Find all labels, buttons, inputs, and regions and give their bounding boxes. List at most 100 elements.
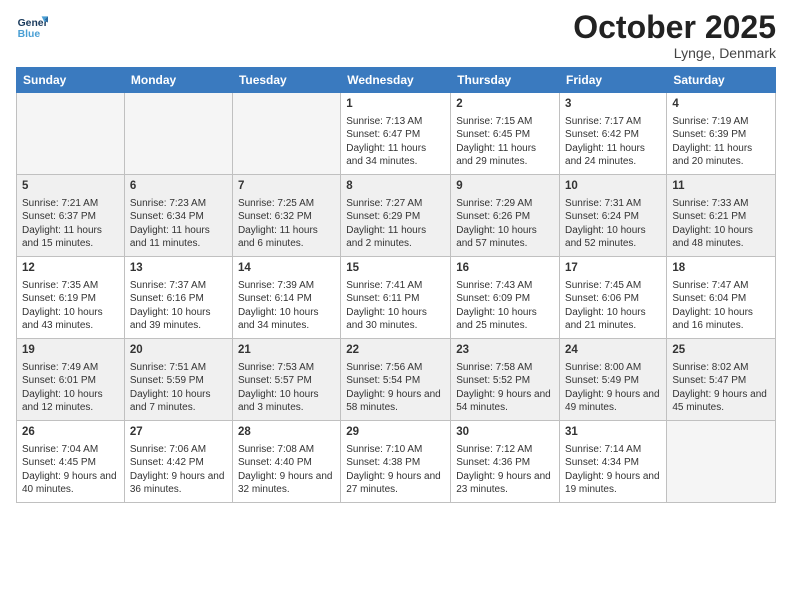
day-number: 27 bbox=[130, 425, 227, 441]
day-info: Sunrise: 7:35 AM bbox=[22, 279, 119, 293]
day-number: 11 bbox=[672, 179, 770, 195]
calendar-day: 10Sunrise: 7:31 AMSunset: 6:24 PMDayligh… bbox=[560, 175, 667, 257]
calendar-day: 25Sunrise: 8:02 AMSunset: 5:47 PMDayligh… bbox=[667, 339, 776, 421]
day-info: Daylight: 9 hours and 58 minutes. bbox=[346, 388, 445, 415]
page: General Blue October 2025 Lynge, Denmark… bbox=[0, 0, 792, 612]
calendar-day: 19Sunrise: 7:49 AMSunset: 6:01 PMDayligh… bbox=[17, 339, 125, 421]
calendar-day: 14Sunrise: 7:39 AMSunset: 6:14 PMDayligh… bbox=[232, 257, 340, 339]
calendar-week-4: 19Sunrise: 7:49 AMSunset: 6:01 PMDayligh… bbox=[17, 339, 776, 421]
day-info: Sunrise: 7:31 AM bbox=[565, 197, 661, 211]
day-info: Daylight: 11 hours and 24 minutes. bbox=[565, 142, 661, 169]
day-info: Sunset: 6:34 PM bbox=[130, 210, 227, 224]
calendar-day: 30Sunrise: 7:12 AMSunset: 4:36 PMDayligh… bbox=[451, 421, 560, 503]
day-info: Daylight: 10 hours and 43 minutes. bbox=[22, 306, 119, 333]
day-number: 21 bbox=[238, 343, 335, 359]
day-info: Daylight: 9 hours and 36 minutes. bbox=[130, 470, 227, 497]
day-info: Sunset: 5:47 PM bbox=[672, 374, 770, 388]
day-info: Sunset: 6:04 PM bbox=[672, 292, 770, 306]
day-info: Sunrise: 7:08 AM bbox=[238, 443, 335, 457]
day-info: Daylight: 11 hours and 6 minutes. bbox=[238, 224, 335, 251]
day-info: Sunset: 5:54 PM bbox=[346, 374, 445, 388]
calendar-day: 16Sunrise: 7:43 AMSunset: 6:09 PMDayligh… bbox=[451, 257, 560, 339]
calendar-day: 26Sunrise: 7:04 AMSunset: 4:45 PMDayligh… bbox=[17, 421, 125, 503]
calendar-day: 15Sunrise: 7:41 AMSunset: 6:11 PMDayligh… bbox=[341, 257, 451, 339]
day-number: 12 bbox=[22, 261, 119, 277]
day-number: 15 bbox=[346, 261, 445, 277]
day-info: Daylight: 9 hours and 23 minutes. bbox=[456, 470, 554, 497]
calendar-day: 18Sunrise: 7:47 AMSunset: 6:04 PMDayligh… bbox=[667, 257, 776, 339]
day-info: Daylight: 9 hours and 45 minutes. bbox=[672, 388, 770, 415]
day-info: Daylight: 11 hours and 29 minutes. bbox=[456, 142, 554, 169]
header: General Blue October 2025 Lynge, Denmark bbox=[16, 10, 776, 61]
day-info: Daylight: 11 hours and 2 minutes. bbox=[346, 224, 445, 251]
col-tuesday: Tuesday bbox=[232, 68, 340, 93]
day-info: Sunset: 6:24 PM bbox=[565, 210, 661, 224]
day-number: 30 bbox=[456, 425, 554, 441]
col-saturday: Saturday bbox=[667, 68, 776, 93]
day-info: Sunrise: 7:58 AM bbox=[456, 361, 554, 375]
calendar-day: 20Sunrise: 7:51 AMSunset: 5:59 PMDayligh… bbox=[124, 339, 232, 421]
day-info: Daylight: 9 hours and 32 minutes. bbox=[238, 470, 335, 497]
logo: General Blue bbox=[16, 10, 48, 42]
day-info: Daylight: 10 hours and 34 minutes. bbox=[238, 306, 335, 333]
day-number: 28 bbox=[238, 425, 335, 441]
calendar-day: 7Sunrise: 7:25 AMSunset: 6:32 PMDaylight… bbox=[232, 175, 340, 257]
calendar-day: 5Sunrise: 7:21 AMSunset: 6:37 PMDaylight… bbox=[17, 175, 125, 257]
col-monday: Monday bbox=[124, 68, 232, 93]
day-info: Sunset: 5:52 PM bbox=[456, 374, 554, 388]
day-info: Sunset: 4:42 PM bbox=[130, 456, 227, 470]
day-info: Sunset: 4:40 PM bbox=[238, 456, 335, 470]
calendar-day: 17Sunrise: 7:45 AMSunset: 6:06 PMDayligh… bbox=[560, 257, 667, 339]
day-info: Daylight: 10 hours and 3 minutes. bbox=[238, 388, 335, 415]
day-number: 1 bbox=[346, 97, 445, 113]
day-number: 24 bbox=[565, 343, 661, 359]
day-info: Sunrise: 7:13 AM bbox=[346, 115, 445, 129]
day-info: Sunrise: 7:10 AM bbox=[346, 443, 445, 457]
day-info: Daylight: 10 hours and 30 minutes. bbox=[346, 306, 445, 333]
calendar-day: 1Sunrise: 7:13 AMSunset: 6:47 PMDaylight… bbox=[341, 93, 451, 175]
day-info: Sunset: 5:59 PM bbox=[130, 374, 227, 388]
day-info: Sunrise: 8:02 AM bbox=[672, 361, 770, 375]
calendar-day: 27Sunrise: 7:06 AMSunset: 4:42 PMDayligh… bbox=[124, 421, 232, 503]
day-info: Sunrise: 7:12 AM bbox=[456, 443, 554, 457]
calendar-day: 2Sunrise: 7:15 AMSunset: 6:45 PMDaylight… bbox=[451, 93, 560, 175]
day-info: Sunset: 4:38 PM bbox=[346, 456, 445, 470]
day-number: 3 bbox=[565, 97, 661, 113]
calendar-table: Sunday Monday Tuesday Wednesday Thursday… bbox=[16, 67, 776, 503]
calendar-day: 29 Sunrise: 7:10 AMSunset: 4:38 PMDayligh… bbox=[341, 421, 451, 503]
day-info: Sunrise: 7:47 AM bbox=[672, 279, 770, 293]
day-info: Sunrise: 7:43 AM bbox=[456, 279, 554, 293]
day-info: Sunset: 6:39 PM bbox=[672, 128, 770, 142]
day-number: 29 bbox=[346, 425, 445, 441]
day-info: Sunrise: 7:45 AM bbox=[565, 279, 661, 293]
day-number: 19 bbox=[22, 343, 119, 359]
calendar-day: 4Sunrise: 7:19 AMSunset: 6:39 PMDaylight… bbox=[667, 93, 776, 175]
calendar-day bbox=[17, 93, 125, 175]
location: Lynge, Denmark bbox=[573, 45, 776, 61]
calendar-day: 31Sunrise: 7:14 AMSunset: 4:34 PMDayligh… bbox=[560, 421, 667, 503]
calendar-day: 12Sunrise: 7:35 AMSunset: 6:19 PMDayligh… bbox=[17, 257, 125, 339]
day-info: Sunrise: 7:29 AM bbox=[456, 197, 554, 211]
day-info: Sunset: 4:34 PM bbox=[565, 456, 661, 470]
col-wednesday: Wednesday bbox=[341, 68, 451, 93]
calendar-day: 9Sunrise: 7:29 AMSunset: 6:26 PMDaylight… bbox=[451, 175, 560, 257]
day-number: 22 bbox=[346, 343, 445, 359]
day-info: Sunrise: 7:21 AM bbox=[22, 197, 119, 211]
day-info: Daylight: 10 hours and 21 minutes. bbox=[565, 306, 661, 333]
calendar-day: 11Sunrise: 7:33 AMSunset: 6:21 PMDayligh… bbox=[667, 175, 776, 257]
day-info: Daylight: 9 hours and 27 minutes. bbox=[346, 470, 445, 497]
day-info: Sunrise: 7:37 AM bbox=[130, 279, 227, 293]
day-info: Sunrise: 7:33 AM bbox=[672, 197, 770, 211]
col-thursday: Thursday bbox=[451, 68, 560, 93]
day-number: 16 bbox=[456, 261, 554, 277]
day-info: Sunrise: 7:04 AM bbox=[22, 443, 119, 457]
day-info: Daylight: 11 hours and 15 minutes. bbox=[22, 224, 119, 251]
day-info: Daylight: 10 hours and 57 minutes. bbox=[456, 224, 554, 251]
day-info: Sunrise: 7:23 AM bbox=[130, 197, 227, 211]
day-info: Daylight: 9 hours and 49 minutes. bbox=[565, 388, 661, 415]
day-info: Sunset: 6:45 PM bbox=[456, 128, 554, 142]
calendar-day: 28 Sunrise: 7:08 AMSunset: 4:40 PMDayligh… bbox=[232, 421, 340, 503]
day-number: 2 bbox=[456, 97, 554, 113]
day-info: Sunrise: 7:19 AM bbox=[672, 115, 770, 129]
day-number: 9 bbox=[456, 179, 554, 195]
